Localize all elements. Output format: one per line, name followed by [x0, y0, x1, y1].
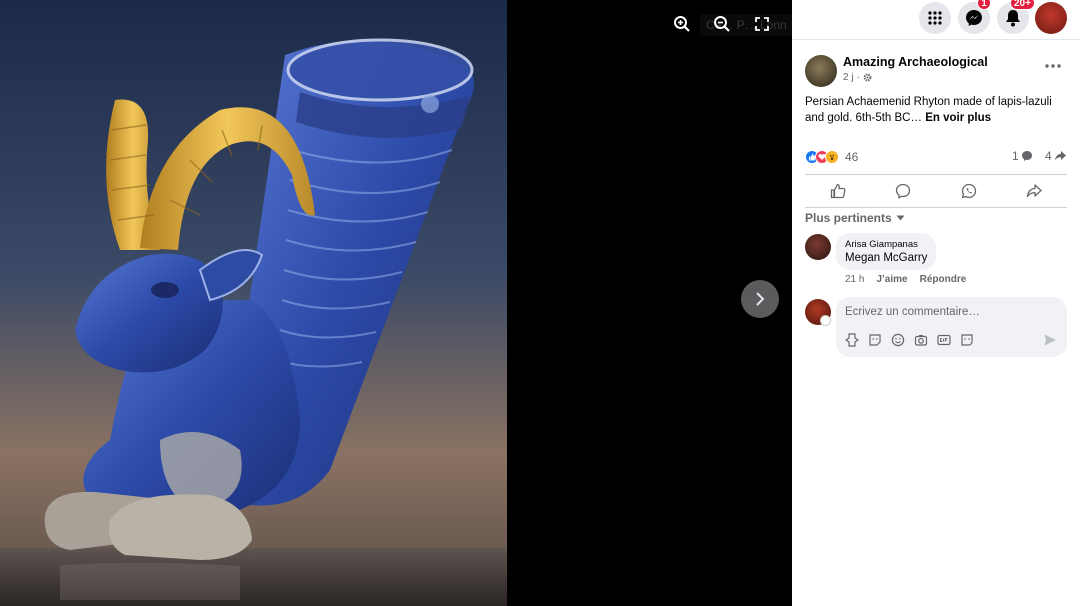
chevron-right-icon — [756, 292, 765, 306]
whatsapp-share-button[interactable] — [939, 177, 999, 205]
comment-input[interactable] — [845, 304, 1055, 320]
menu-button[interactable] — [919, 2, 951, 34]
thumbs-up-icon — [830, 183, 846, 199]
wow-reaction-icon[interactable] — [825, 150, 839, 164]
comment-actions: 21 h J’aime Répondre — [845, 274, 966, 285]
comment-author[interactable]: Arisa Giampanas — [845, 239, 927, 250]
comment-reply-link[interactable]: Répondre — [920, 274, 967, 285]
viewer-toolbar — [672, 12, 772, 36]
share-count-value: 4 — [1045, 149, 1052, 163]
messenger-button[interactable]: 1 — [958, 0, 991, 34]
avatar-sticker-icon[interactable] — [845, 333, 859, 347]
whatsapp-icon — [961, 183, 976, 199]
comment-count-value: 1 — [1012, 149, 1019, 163]
comment-like-link[interactable]: J’aime — [876, 274, 907, 285]
account-avatar[interactable] — [1035, 2, 1067, 34]
comment-composer — [836, 297, 1067, 357]
comment-text[interactable]: Megan McGarry — [845, 252, 927, 264]
comment-bubble-icon — [1021, 151, 1032, 161]
avatar-status-dot — [820, 315, 831, 326]
grid-menu-icon — [928, 11, 942, 25]
notifications-button[interactable]: 20+ — [997, 0, 1035, 34]
like-button[interactable] — [808, 177, 868, 205]
reactions-bar: 46 1 4 — [805, 148, 1067, 166]
post-actions — [805, 174, 1067, 208]
comment-sort-dropdown[interactable]: Plus pertinents — [805, 211, 905, 225]
zoom-out-icon[interactable] — [712, 14, 732, 34]
author-name[interactable]: Amazing Archaeological — [843, 55, 988, 69]
comment-count[interactable]: 1 — [1012, 149, 1033, 163]
post-meta: 2 j · — [843, 72, 872, 83]
sticker-face-icon[interactable] — [960, 333, 974, 347]
notifications-badge: 20+ — [1010, 0, 1035, 10]
gear-icon — [863, 73, 872, 82]
photo-viewer: Ce… P… Lonn — [0, 0, 792, 606]
ellipsis-icon — [1045, 64, 1061, 68]
share-button[interactable] — [1004, 177, 1064, 205]
meta-separator: · — [856, 72, 860, 83]
share-count[interactable]: 4 — [1045, 149, 1067, 163]
more-options-button[interactable] — [1044, 60, 1062, 74]
comment-icon — [896, 183, 911, 199]
reaction-count[interactable]: 46 — [845, 150, 858, 164]
gif-icon[interactable] — [937, 333, 951, 347]
comment-time[interactable]: 21 h — [845, 274, 864, 285]
comment-button[interactable] — [873, 177, 933, 205]
share-arrow-icon — [1054, 151, 1066, 161]
sticker-icon[interactable] — [868, 333, 882, 347]
share-icon — [1027, 184, 1042, 198]
post-time[interactable]: 2 j — [843, 72, 854, 83]
messenger-icon — [966, 10, 982, 26]
commenter-avatar[interactable] — [805, 234, 831, 260]
send-icon — [1044, 334, 1056, 346]
post-text: Persian Achaemenid Rhyton made of lapis-… — [805, 94, 1067, 126]
messenger-badge: 1 — [977, 0, 991, 10]
bell-icon — [1006, 10, 1020, 27]
emoji-icon[interactable] — [891, 333, 905, 347]
author-avatar[interactable] — [805, 55, 837, 87]
next-photo-button[interactable] — [741, 280, 779, 318]
camera-icon[interactable] — [914, 333, 928, 347]
zoom-in-icon[interactable] — [672, 14, 692, 34]
see-more-link[interactable]: En voir plus — [925, 112, 991, 124]
sort-label: Plus pertinents — [805, 211, 892, 225]
post-photo[interactable] — [0, 0, 507, 606]
post-panel: 1 20+ Amazing Archaeological 2 j · Persi… — [792, 0, 1080, 606]
fullscreen-icon[interactable] — [752, 14, 772, 34]
top-nav: 1 20+ — [792, 0, 1080, 40]
rhyton-image — [0, 0, 507, 606]
send-comment-button[interactable] — [1043, 333, 1057, 347]
caret-down-icon — [896, 215, 905, 221]
comment-bubble: Arisa Giampanas Megan McGarry — [836, 233, 937, 270]
composer-tools — [845, 333, 974, 347]
